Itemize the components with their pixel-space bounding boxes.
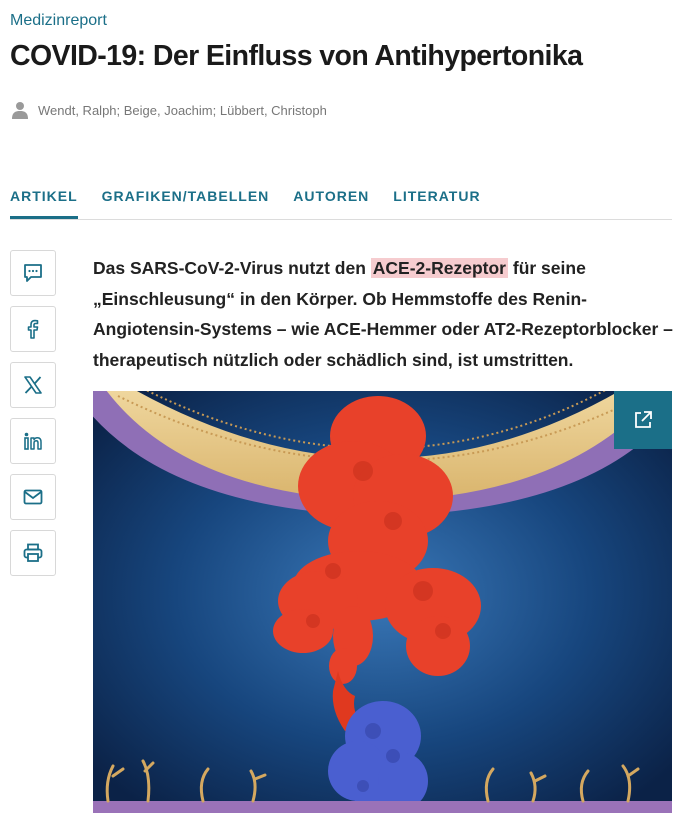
ace2-spike-illustration: [93, 391, 672, 813]
person-icon: [12, 102, 28, 119]
lead-text-start: Das SARS-CoV-2-Virus nutzt den: [93, 258, 371, 278]
tab-grafiken-tabellen[interactable]: GRAFIKEN/TABELLEN: [102, 182, 270, 212]
article-title: COVID-19: Der Einfluss von Antihypertoni…: [10, 40, 583, 72]
facebook-icon: [27, 319, 39, 339]
x-share-button[interactable]: [10, 362, 56, 408]
mail-share-button[interactable]: [10, 474, 56, 520]
linkedin-icon: [24, 432, 42, 450]
tab-autoren[interactable]: AUTOREN: [293, 182, 369, 212]
open-image-button[interactable]: [614, 391, 672, 449]
article-lead: Das SARS-CoV-2-Virus nutzt den ACE-2-Rez…: [93, 253, 673, 375]
lead-highlight-term[interactable]: ACE-2-Rezeptor: [370, 258, 508, 278]
authors-line: Wendt, Ralph; Beige, Joachim; Lübbert, C…: [12, 101, 327, 119]
article-kicker[interactable]: Medizinreport: [10, 12, 107, 30]
facebook-share-button[interactable]: [10, 306, 56, 352]
tab-literatur[interactable]: LITERATUR: [393, 182, 480, 212]
linkedin-share-button[interactable]: [10, 418, 56, 464]
share-bar: [10, 250, 56, 586]
authors-text[interactable]: Wendt, Ralph; Beige, Joachim; Lübbert, C…: [38, 103, 327, 118]
comment-button[interactable]: [10, 250, 56, 296]
comment-icon: [24, 264, 42, 282]
mail-icon: [23, 489, 43, 505]
article-hero-image[interactable]: [93, 391, 672, 813]
article-tabs: ARTIKEL GRAFIKEN/TABELLEN AUTOREN LITERA…: [10, 182, 672, 220]
print-icon: [23, 543, 43, 562]
print-button[interactable]: [10, 530, 56, 576]
x-icon: [24, 376, 42, 394]
tab-artikel[interactable]: ARTIKEL: [10, 182, 78, 219]
external-link-icon: [635, 411, 652, 428]
